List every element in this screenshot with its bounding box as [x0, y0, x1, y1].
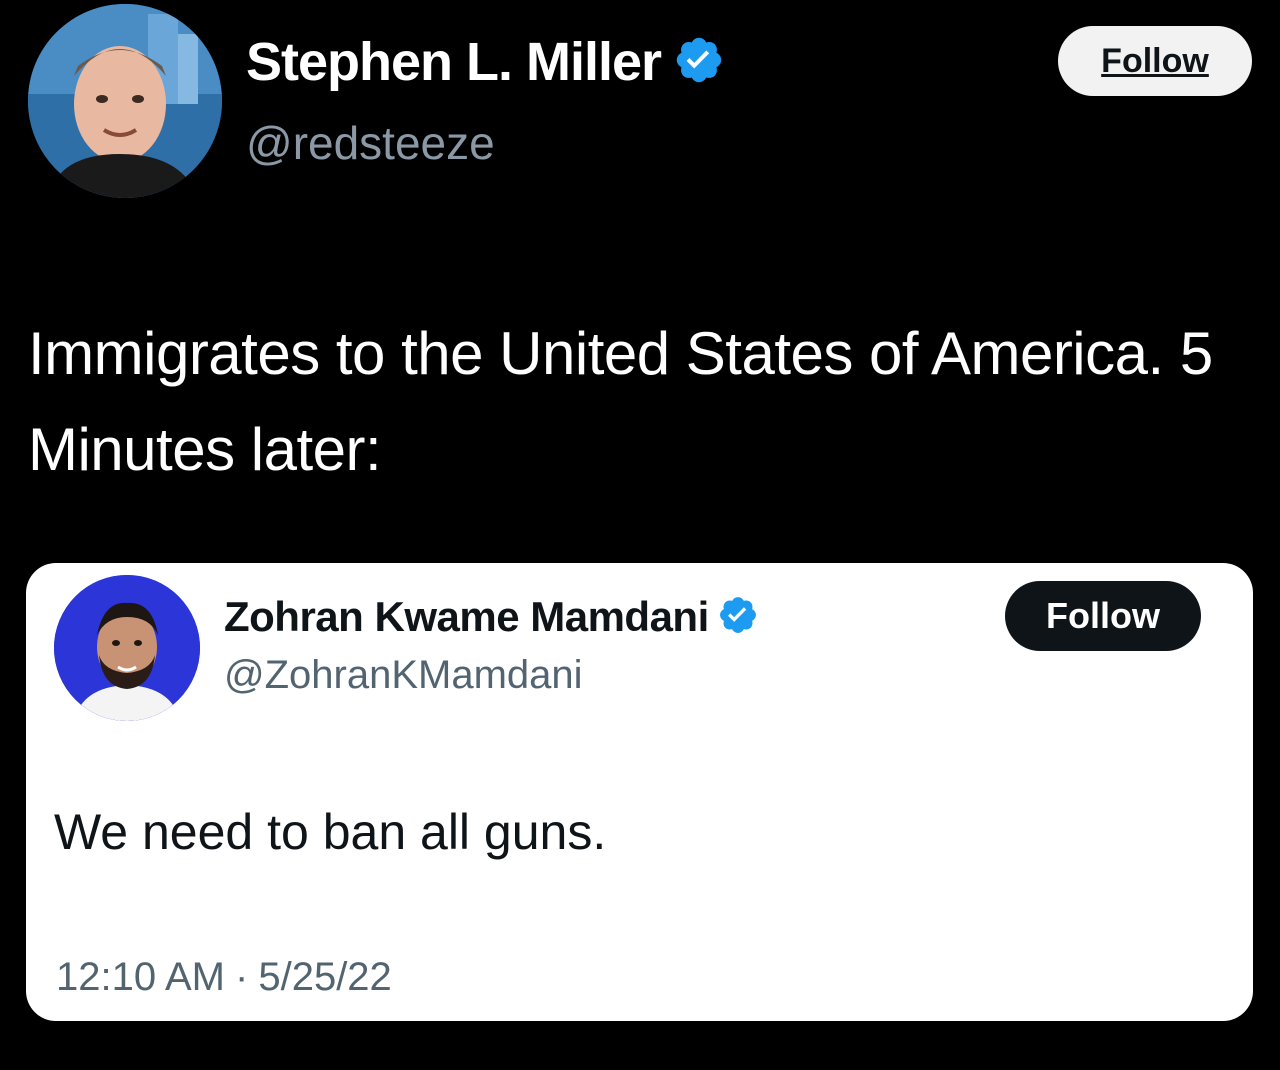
outer-follow-button[interactable]: Follow: [1058, 26, 1252, 96]
quoted-follow-button[interactable]: Follow: [1005, 581, 1201, 651]
outer-author-handle[interactable]: @redsteeze: [246, 116, 495, 170]
quoted-author-name-row: Zohran Kwame Mamdani: [224, 591, 759, 643]
quoted-tweet-text: We need to ban all guns.: [54, 804, 607, 860]
outer-author-name[interactable]: Stephen L. Miller: [246, 31, 662, 93]
quoted-tweet-timestamp[interactable]: 12:10 AM · 5/25/22: [56, 955, 392, 1000]
quoted-tweet-time: 12:10 AM: [56, 955, 226, 999]
quoted-author-handle[interactable]: @ZohranKMamdani: [224, 653, 583, 698]
verified-badge-icon: [717, 594, 759, 641]
timestamp-separator: ·: [235, 955, 249, 999]
quoted-tweet-card[interactable]: Zohran Kwame Mamdani @ZohranKMamdani Fol…: [26, 563, 1253, 1021]
outer-tweet-text: Immigrates to the United States of Ameri…: [28, 320, 1213, 483]
verified-badge-icon: [673, 34, 725, 91]
outer-author-name-row: Stephen L. Miller: [246, 30, 725, 94]
outer-author-avatar[interactable]: [28, 4, 222, 198]
quoted-tweet-date: 5/25/22: [258, 955, 392, 999]
outer-tweet-header: Stephen L. Miller @redsteeze Follow: [28, 4, 1252, 200]
quoted-author-avatar[interactable]: [54, 575, 200, 721]
quoted-author-name[interactable]: Zohran Kwame Mamdani: [224, 593, 709, 641]
